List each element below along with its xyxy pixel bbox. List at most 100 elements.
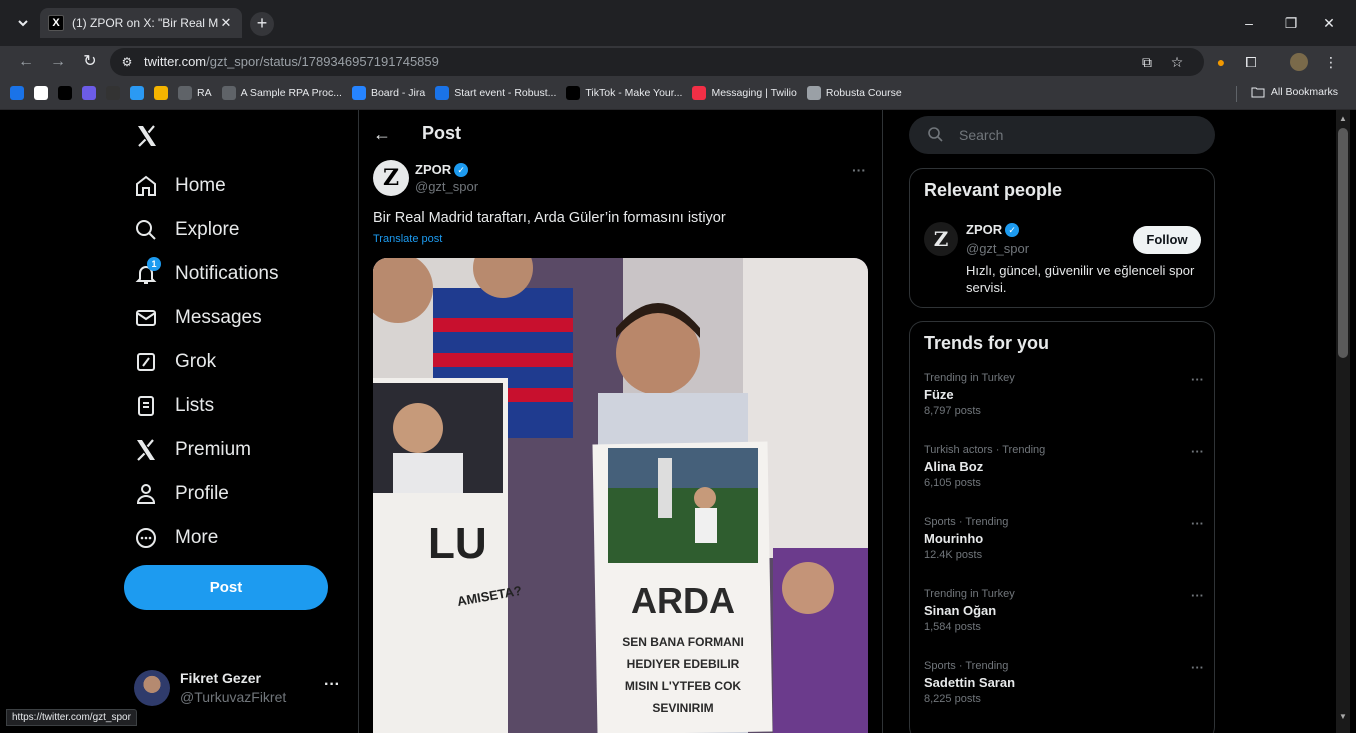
bookmark-item[interactable] (82, 86, 96, 100)
site-info-icon[interactable]: ⚙ (118, 53, 136, 71)
post-button[interactable]: Post (124, 565, 328, 610)
minimize-icon[interactable]: – (1238, 12, 1260, 34)
bookmarks-list: RA A Sample RPA Proc... Board - Jira Start … (10, 86, 902, 100)
sign-line: HEDIYER EDEBILIR (627, 657, 740, 671)
bookmark-favicon-icon (351, 86, 366, 100)
scroll-thumb[interactable] (1338, 128, 1348, 358)
post-media-image[interactable]: LU AMISETA? ARDA SEN BANA FORMANI HEDIYE… (373, 258, 868, 733)
x-logo-icon[interactable] (135, 124, 159, 148)
nav-more[interactable]: More (134, 516, 279, 560)
nav-explore[interactable]: Explore (134, 208, 279, 252)
bookmark-item[interactable] (10, 86, 24, 100)
page-scrollbar[interactable]: ▲ ▼ (1336, 110, 1350, 733)
reload-icon[interactable]: ↻ (78, 50, 102, 74)
trend-context: Trending in Turkey (924, 372, 1015, 384)
trend-more-icon[interactable]: ··· (1191, 660, 1204, 675)
trend-item[interactable]: Sports · Trending Sadettin Saran 8,225 pos… (924, 660, 1204, 720)
address-bar[interactable]: ⚙ twitter.com/gzt_spor/status/1789346957… (110, 48, 1204, 76)
bookmark-item[interactable]: Board - Jira (351, 86, 425, 100)
status-bar-url: https://twitter.com/gzt_spor (6, 709, 137, 726)
bookmark-label: RA (197, 87, 212, 99)
sign-line: SEN BANA FORMANI (622, 635, 744, 649)
author-name-text: ZPOR (415, 162, 452, 177)
url-text[interactable]: twitter.com/gzt_spor/status/178934695719… (144, 54, 439, 69)
author-avatar[interactable]: Z (373, 160, 409, 196)
author-name[interactable]: ZPOR ✓ (415, 162, 469, 177)
new-tab-button[interactable]: + (250, 12, 274, 36)
avatar[interactable]: Z (924, 222, 958, 256)
bookmark-item[interactable]: Start event - Robust... (435, 86, 556, 100)
bookmark-item[interactable]: TikTok - Make Your... (566, 86, 682, 100)
bookmark-item[interactable]: A Sample RPA Proc... (221, 86, 342, 100)
verified-badge-icon: ✓ (1005, 222, 1020, 237)
bookmark-item[interactable]: Robusta Course (806, 86, 902, 100)
nav-lists[interactable]: Lists (134, 384, 279, 428)
bookmark-favicon-icon (58, 86, 72, 100)
extensions-puzzle-icon[interactable]: ⧠ (1242, 53, 1260, 71)
column-divider (358, 110, 359, 733)
account-name: Fikret Gezer (180, 670, 261, 686)
person-bio: Hızlı, güncel, güvenilir ve eğlenceli sp… (966, 263, 1195, 295)
account-switcher[interactable]: Fikret Gezer @TurkuvazFikret ··· (134, 668, 344, 708)
nav-grok[interactable]: Grok (134, 340, 279, 384)
trend-item[interactable]: Sports · Trending Mourinho 12.4K posts ··· (924, 516, 1204, 576)
bookmark-item[interactable]: RA (178, 86, 212, 100)
bookmark-item[interactable]: Messaging | Twilio (692, 86, 797, 100)
tab-close-icon[interactable]: ✕ (218, 15, 234, 31)
close-window-icon[interactable]: ✕ (1318, 12, 1340, 34)
bookmark-favicon-icon (130, 86, 144, 100)
account-more-icon[interactable]: ··· (324, 676, 340, 694)
nav-premium[interactable]: Premium (134, 428, 279, 472)
back-arrow-icon[interactable]: ← (373, 125, 391, 143)
bookmark-favicon-icon (106, 86, 120, 100)
nav-notifications[interactable]: 1 Notifications (134, 252, 279, 296)
tab-list-chevron-icon[interactable] (14, 14, 32, 32)
author-handle[interactable]: @gzt_spor (415, 179, 478, 194)
trend-more-icon[interactable]: ··· (1191, 444, 1204, 459)
translate-post-link[interactable]: Translate post (373, 233, 442, 245)
scroll-down-icon[interactable]: ▼ (1339, 712, 1347, 721)
search-input[interactable]: Search (909, 116, 1215, 154)
primary-nav: Home Explore 1 Notifications Messages Gr… (134, 164, 279, 560)
bookmark-item[interactable] (34, 86, 48, 100)
bookmark-favicon-icon (82, 86, 96, 100)
bookmark-favicon-icon (221, 86, 236, 100)
nav-profile[interactable]: Profile (134, 472, 279, 516)
bookmark-favicon-icon (806, 86, 821, 100)
trend-count: 1,584 posts (924, 621, 981, 633)
trend-item[interactable]: Turkish actors · Trending Alina Boz 6,105 … (924, 444, 1204, 504)
trend-name: Mourinho (924, 531, 984, 546)
scroll-up-icon[interactable]: ▲ (1339, 114, 1347, 123)
forward-arrow-icon[interactable]: → (46, 50, 70, 74)
nav-label: Premium (175, 439, 252, 460)
back-arrow-icon[interactable]: ← (14, 50, 38, 74)
extension-icon[interactable]: ● (1212, 53, 1230, 71)
card-title: Trends for you (924, 333, 1050, 353)
nav-messages[interactable]: Messages (134, 296, 279, 340)
trend-item[interactable]: Trending in Turkey Sinan Oğan 1,584 posts ·… (924, 588, 1204, 648)
bookmark-item[interactable] (106, 86, 120, 100)
post-more-icon[interactable]: ··· (852, 162, 866, 178)
person-name[interactable]: ZPOR ✓ (966, 222, 1020, 237)
trend-item[interactable]: Trending in Turkey Füze 8,797 posts ··· (924, 372, 1204, 432)
install-app-icon[interactable]: ⧉ (1138, 53, 1156, 71)
follow-button[interactable]: Follow (1133, 226, 1201, 254)
profile-avatar-icon[interactable] (1290, 53, 1308, 71)
person-handle[interactable]: @gzt_spor (966, 241, 1029, 256)
trend-name: Füze (924, 387, 954, 402)
trend-more-icon[interactable]: ··· (1191, 516, 1204, 531)
x-icon (134, 438, 158, 462)
restore-icon[interactable]: ❐ (1280, 12, 1302, 34)
search-placeholder: Search (959, 127, 1004, 143)
browser-tab[interactable]: X (1) ZPOR on X: "Bir Real Madrid ✕ (40, 8, 242, 38)
all-bookmarks[interactable]: All Bookmarks (1251, 86, 1338, 98)
trend-more-icon[interactable]: ··· (1191, 372, 1204, 387)
nav-home[interactable]: Home (134, 164, 279, 208)
bookmark-item[interactable] (58, 86, 72, 100)
bookmark-item[interactable] (130, 86, 144, 100)
kebab-menu-icon[interactable]: ⋮ (1322, 53, 1340, 71)
trend-more-icon[interactable]: ··· (1191, 588, 1204, 603)
bookmark-item[interactable] (154, 86, 168, 100)
bookmark-star-icon[interactable]: ☆ (1168, 53, 1186, 71)
bookmark-label: Robusta Course (825, 87, 902, 99)
